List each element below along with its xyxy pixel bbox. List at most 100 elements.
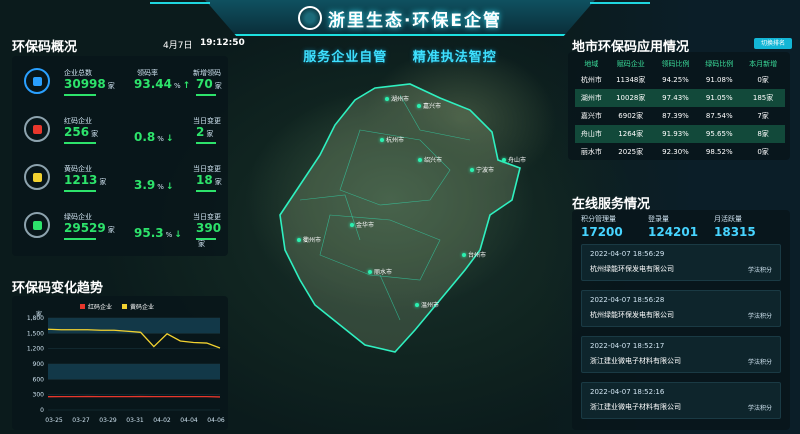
overview-rate: 0.8% ↓ <box>134 130 174 144</box>
table-cell: 87.39% <box>662 112 689 120</box>
table-cell: 92.30% <box>662 148 689 156</box>
y-tick-label: 1,200 <box>27 346 44 353</box>
trend-title: 环保码变化趋势 <box>12 281 104 296</box>
table-cell: 11348家 <box>616 76 646 84</box>
map-city-jinhua[interactable]: 金华市 <box>350 220 374 229</box>
cities-header-cell: 地域 <box>584 60 599 68</box>
y-tick-label: 300 <box>33 392 45 399</box>
service-card[interactable]: 2022-04-07 18:52:16 浙江建业微电子材料有限公司 学法积分 <box>581 382 781 419</box>
location-dot-icon <box>502 158 506 162</box>
location-dot-icon <box>368 270 372 274</box>
location-dot-icon <box>380 138 384 142</box>
map-city-huzhou[interactable]: 湖州市 <box>385 94 409 103</box>
overview-underline <box>64 142 96 144</box>
overview-title: 环保码概况 <box>12 40 78 55</box>
x-tick-label: 04-04 <box>180 417 198 424</box>
map-city-quzhou[interactable]: 衢州市 <box>297 235 321 244</box>
cities-header-cell: 领码比例 <box>661 60 690 68</box>
overview-panel: 企业总数 30998 家 领码率 93.44% ↑ 新增领码 70 家 红码企业 25… <box>12 56 228 256</box>
arrow-up-icon: ↑ <box>182 81 191 91</box>
table-cell: 185家 <box>741 89 785 107</box>
table-row[interactable]: 嘉兴市 6902家 87.39% 87.54% 7家 <box>575 107 785 125</box>
overview-count: 30998 家 <box>64 77 115 91</box>
table-cell: 1264家 <box>607 125 654 143</box>
service-company: 杭州绿能环保发电有限公司 <box>590 311 674 319</box>
stat-label-active: 月活跃量 <box>714 215 742 223</box>
map-city-zhoushan[interactable]: 舟山市 <box>502 155 526 164</box>
yellow-code-icon <box>24 164 50 190</box>
x-tick-label: 04-02 <box>153 417 171 424</box>
service-time: 2022-04-07 18:52:16 <box>590 388 665 396</box>
cities-table: 地域 赋码企业 领码比例 绿码比例 本月新增 杭州市 11348家 94.25% 91.08%… <box>575 57 785 161</box>
overview-date: 4月7日 <box>163 41 193 51</box>
x-tick-label: 04-06 <box>207 417 225 424</box>
x-tick-label: 03-29 <box>99 417 117 424</box>
location-dot-icon <box>418 158 422 162</box>
map-city-lishui[interactable]: 丽水市 <box>368 267 392 276</box>
map-city-ningbo[interactable]: 宁波市 <box>470 165 494 174</box>
location-dot-icon <box>462 253 466 257</box>
page-title: 浙里生态·环保E企管 <box>0 6 800 31</box>
table-cell: 7家 <box>757 112 769 120</box>
service-card[interactable]: 2022-04-07 18:56:29 杭州绿能环保发电有限公司 学法积分 <box>581 244 781 281</box>
yellow-code-icon-core <box>32 172 42 182</box>
overview-row[interactable]: 绿码企业 29529 家 95.3% ↓ 当日变更 390家 <box>12 206 227 266</box>
arrow-down-icon: ↓ <box>165 182 174 192</box>
stat-value-points: 17200 <box>581 225 623 239</box>
table-cell: 舟山市 <box>575 125 608 143</box>
service-time: 2022-04-07 18:52:17 <box>590 342 665 350</box>
table-cell: 10028家 <box>607 89 654 107</box>
service-card[interactable]: 2022-04-07 18:52:17 浙江建业微电子材料有限公司 学法积分 <box>581 336 781 373</box>
service-tag: 学法积分 <box>747 359 772 366</box>
table-cell: 91.08% <box>705 76 733 84</box>
trend-chart[interactable]: 家1,8001,5001,200900600300003-25 03-27 03-2… <box>12 306 228 430</box>
overview-underline <box>196 190 216 192</box>
location-dot-icon <box>415 303 419 307</box>
table-cell: 杭州市 <box>580 76 602 84</box>
overview-underline <box>196 94 216 96</box>
stat-value-logins: 124201 <box>648 225 699 239</box>
switch-ranking-button[interactable]: 切换排名 <box>754 38 792 49</box>
service-tag: 学法积分 <box>747 267 772 274</box>
y-tick-label: 1,500 <box>27 330 44 337</box>
arrow-down-icon: ↓ <box>165 134 174 144</box>
overview-count: 29529 家 <box>64 221 115 235</box>
overview-rate: 95.3% ↓ <box>134 226 182 240</box>
map-city-jiaxing[interactable]: 嘉兴市 <box>417 101 441 110</box>
service-company: 杭州绿能环保发电有限公司 <box>590 265 674 273</box>
table-row[interactable]: 湖州市 10028家 97.43% 91.05% 185家 <box>575 89 785 107</box>
y-tick-label: 900 <box>33 361 45 368</box>
map-city-shaoxing[interactable]: 绍兴市 <box>418 155 442 164</box>
table-row[interactable]: 丽水市 2025家 92.30% 98.52% 0家 <box>575 143 785 161</box>
overview-underline <box>64 238 96 240</box>
enterprise-icon-core <box>32 76 42 86</box>
location-dot-icon <box>417 104 421 108</box>
chart-band <box>48 364 220 380</box>
service-tag: 学法积分 <box>747 405 772 412</box>
table-cell: 97.43% <box>653 89 698 107</box>
chart-band <box>48 318 220 334</box>
table-row[interactable]: 舟山市 1264家 91.93% 95.65% 8家 <box>575 125 785 143</box>
overview-change: 390家 <box>196 221 222 248</box>
service-card[interactable]: 2022-04-07 18:56:28 杭州绿能环保发电有限公司 学法积分 <box>581 290 781 327</box>
table-cell: 湖州市 <box>575 89 608 107</box>
overview-time: 19:12:50 <box>200 38 245 48</box>
location-dot-icon <box>470 168 474 172</box>
table-cell: 98.52% <box>705 148 733 156</box>
stat-label-points: 积分管理量 <box>581 215 616 223</box>
overview-rate: 93.44% ↑ <box>134 77 191 91</box>
map-city-hangzhou[interactable]: 杭州市 <box>380 135 404 144</box>
table-cell: 91.93% <box>653 125 698 143</box>
location-dot-icon <box>350 223 354 227</box>
location-dot-icon <box>297 238 301 242</box>
table-cell: 0家 <box>757 148 769 156</box>
service-tag: 学法积分 <box>747 313 772 320</box>
location-dot-icon <box>385 97 389 101</box>
map-city-wenzhou[interactable]: 温州市 <box>415 300 439 309</box>
stat-value-active: 18315 <box>714 225 756 239</box>
map-city-taizhou[interactable]: 台州市 <box>462 250 486 259</box>
overview-underline <box>196 142 216 144</box>
table-row[interactable]: 杭州市 11348家 94.25% 91.08% 0家 <box>575 71 785 89</box>
green-code-icon <box>24 212 50 238</box>
table-cell: 0家 <box>757 76 769 84</box>
